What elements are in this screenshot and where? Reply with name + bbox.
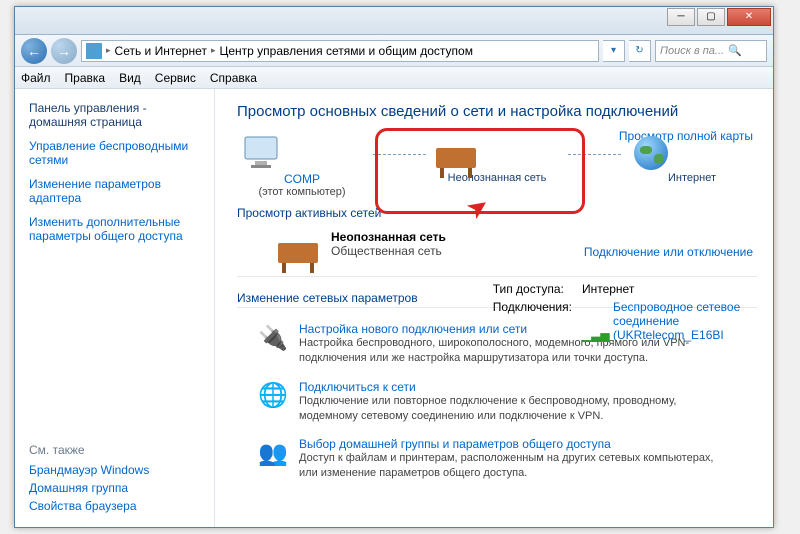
breadcrumb-item[interactable]: Сеть и Интернет <box>115 44 207 58</box>
node-this-computer[interactable]: COMP (этот компьютер) <box>237 134 367 198</box>
computer-icon <box>237 134 285 172</box>
connection-properties: Тип доступа: Интернет Подключения: ▁▃▅ Б… <box>491 279 753 345</box>
access-type-value: Интернет <box>582 281 751 297</box>
maximize-button[interactable]: ▢ <box>697 8 725 26</box>
address-bar: ← → ▸ Сеть и Интернет ▸ Центр управления… <box>15 35 773 67</box>
connections-label: Подключения: <box>493 299 580 343</box>
see-also: См. также Брандмауэр Windows Домашняя гр… <box>29 443 204 517</box>
titlebar: ─ ▢ ✕ <box>15 7 773 35</box>
search-placeholder: Поиск в па... <box>660 45 724 57</box>
main-area: Панель управления - домашняя страница Уп… <box>15 89 773 527</box>
task-connect-network[interactable]: 🌐 Подключиться к сети Подключение или по… <box>237 376 757 434</box>
forward-button[interactable]: → <box>51 38 77 64</box>
search-icon: 🔍 <box>728 44 742 57</box>
node-internet[interactable]: Интернет <box>627 134 757 184</box>
content-pane: Просмотр основных сведений о сети и наст… <box>215 89 773 527</box>
connection-link[interactable]: Беспроводное сетевое соединение (UKRtele… <box>613 300 743 342</box>
minimize-button[interactable]: ─ <box>667 8 695 26</box>
chevron-right-icon: ▸ <box>211 45 216 56</box>
menu-service[interactable]: Сервис <box>155 71 196 85</box>
signal-icon: ▁▃▅ <box>582 328 610 342</box>
search-input[interactable]: Поиск в па... 🔍 <box>655 40 767 62</box>
access-type-label: Тип доступа: <box>493 281 580 297</box>
homegroup-icon: 👥 <box>257 437 289 469</box>
task-desc: Доступ к файлам и принтерам, расположенн… <box>299 451 719 481</box>
sidebar: Панель управления - домашняя страница Уп… <box>15 89 215 527</box>
node-comp-label: COMP <box>237 172 367 186</box>
sidebar-home[interactable]: Панель управления - домашняя страница <box>29 101 204 129</box>
active-network-name[interactable]: Неопознанная сеть <box>331 230 446 244</box>
see-also-header: См. также <box>29 443 204 457</box>
menu-edit[interactable]: Правка <box>65 71 106 85</box>
see-also-browser[interactable]: Свойства браузера <box>29 499 204 513</box>
bench-icon <box>277 230 319 266</box>
node-comp-sub: (этот компьютер) <box>237 186 367 198</box>
menu-help[interactable]: Справка <box>210 71 257 85</box>
sidebar-sharing[interactable]: Изменить дополнительные параметры общего… <box>29 215 204 243</box>
breadcrumb[interactable]: ▸ Сеть и Интернет ▸ Центр управления сет… <box>81 40 599 62</box>
menu-file[interactable]: Файл <box>21 71 51 85</box>
active-network-type: Общественная сеть <box>331 244 446 258</box>
sidebar-wireless[interactable]: Управление беспроводными сетями <box>29 139 204 167</box>
network-icon <box>86 43 102 59</box>
sidebar-adapter[interactable]: Изменение параметров адаптера <box>29 177 204 205</box>
close-button[interactable]: ✕ <box>727 8 771 26</box>
chevron-right-icon: ▸ <box>106 45 111 56</box>
node-internet-label: Интернет <box>627 172 757 184</box>
task-title[interactable]: Выбор домашней группы и параметров общег… <box>299 437 719 451</box>
refresh-button[interactable]: ↻ <box>629 40 651 62</box>
task-title[interactable]: Подключиться к сети <box>299 380 719 394</box>
new-connection-icon: 🔌 <box>257 322 289 354</box>
task-homegroup-sharing[interactable]: 👥 Выбор домашней группы и параметров общ… <box>237 433 757 491</box>
globe-icon <box>627 134 675 172</box>
page-title: Просмотр основных сведений о сети и наст… <box>237 103 757 120</box>
see-also-homegroup[interactable]: Домашняя группа <box>29 481 204 495</box>
menu-view[interactable]: Вид <box>119 71 141 85</box>
connect-network-icon: 🌐 <box>257 380 289 412</box>
back-button[interactable]: ← <box>21 38 47 64</box>
see-also-firewall[interactable]: Брандмауэр Windows <box>29 463 204 477</box>
network-map-row: COMP (этот компьютер) Неопознанная сеть … <box>237 134 757 198</box>
breadcrumb-dropdown[interactable]: ▾ <box>603 40 625 62</box>
breadcrumb-item[interactable]: Центр управления сетями и общим доступом <box>219 44 473 58</box>
menu-bar: Файл Правка Вид Сервис Справка <box>15 67 773 89</box>
task-desc: Подключение или повторное подключение к … <box>299 394 719 424</box>
connect-disconnect-link[interactable]: Подключение или отключение <box>584 245 753 259</box>
window-frame: ─ ▢ ✕ ← → ▸ Сеть и Интернет ▸ Центр упра… <box>14 6 774 528</box>
